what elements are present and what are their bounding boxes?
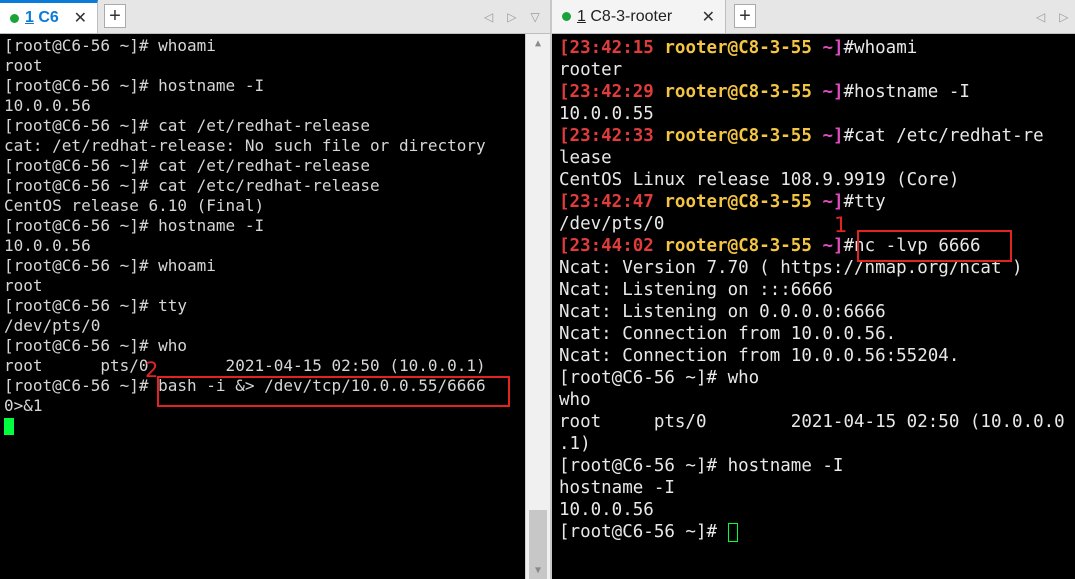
connected-status-icon <box>10 13 19 23</box>
connected-status-icon <box>562 12 571 21</box>
terminal-line: [root@C6-56 ~]# whoami <box>4 256 216 275</box>
new-tab-button[interactable]: + <box>734 4 756 28</box>
right-tab-bar: 1 C8-3-rooter ✕ + ◁ ▷ ▽ <box>552 0 1075 34</box>
terminal-line: [root@C6-56 ~]# <box>559 522 728 542</box>
terminal-line: who <box>559 390 591 410</box>
terminal-line: 10.0.0.56 <box>4 236 91 255</box>
left-tab-bar: 1 C6 ✕ + ◁ ▷ ▽ <box>0 0 550 34</box>
next-tab-icon[interactable]: ▷ <box>507 10 516 24</box>
annotation-number-1: 1 <box>834 213 848 237</box>
terminal-line: [root@C6-56 ~]# whoami <box>4 36 216 55</box>
terminal-line: 0>&1 <box>4 396 43 415</box>
scroll-down-icon[interactable]: ▼ <box>526 561 550 579</box>
close-tab-icon[interactable]: ✕ <box>702 7 715 27</box>
next-tab-icon[interactable]: ▷ <box>1059 10 1068 24</box>
terminal-line: [root@C6-56 ~]# who <box>4 336 188 355</box>
left-vertical-scrollbar[interactable]: ▲ ▼ <box>525 34 550 579</box>
new-tab-button[interactable]: + <box>104 4 126 28</box>
prompt-line: [23:42:33 rooter@C8-3-55 ~]#cat /etc/red… <box>559 126 1044 146</box>
terminal-line: Ncat: Listening on 0.0.0.0:6666 <box>559 302 886 322</box>
right-terminal-pane: 1 C8-3-rooter ✕ + ◁ ▷ ▽ [23:42:15 rooter… <box>552 0 1075 579</box>
scroll-up-icon[interactable]: ▲ <box>526 34 550 52</box>
tab-title: 1 C8-3-rooter <box>577 7 673 25</box>
terminal-line: lease <box>559 148 612 168</box>
terminal-line: CentOS Linux release 108.9.9919 (Core) <box>559 170 960 190</box>
terminal-line: root pts/0 2021-04-15 02:50 (10.0.0.1) <box>4 356 486 375</box>
terminal-line: [root@C6-56 ~]# hostname -I <box>4 76 265 95</box>
terminal-line: CentOS release 6.10 (Final) <box>4 196 265 215</box>
tab-navigation: ◁ ▷ ▽ <box>484 0 540 33</box>
terminal-line: Ncat: Listening on :::6666 <box>559 280 833 300</box>
terminal-line: hostname -I <box>559 478 675 498</box>
highlight-box-reverse-shell <box>157 376 510 407</box>
terminal-cursor <box>727 522 738 542</box>
previous-tab-icon[interactable]: ◁ <box>484 10 493 24</box>
terminal-line: [root@C6-56 ~]# cat /et/redhat-release <box>4 156 371 175</box>
terminal-line: root <box>4 276 43 295</box>
terminal-line: [root@C6-56 ~]# who <box>559 368 760 388</box>
tab-c6[interactable]: 1 C6 ✕ <box>0 0 98 33</box>
terminal-line: root <box>4 56 43 75</box>
highlight-box-nc-listen <box>857 230 1012 262</box>
terminal-line: [root@C6-56 ~]# hostname -I <box>4 216 265 235</box>
terminal-line: Ncat: Connection from 10.0.0.56. <box>559 324 897 344</box>
previous-tab-icon[interactable]: ◁ <box>1036 10 1045 24</box>
terminal-line: [root@C6-56 ~]# hostname -I <box>559 456 844 476</box>
terminal-line: [root@C6-56 ~]# cat /et/redhat-release <box>4 116 371 135</box>
prompt-line: [23:42:15 rooter@C8-3-55 ~]#whoami <box>559 38 918 58</box>
tab-list-dropdown-icon[interactable]: ▽ <box>530 10 539 24</box>
close-tab-icon[interactable]: ✕ <box>74 8 87 28</box>
terminal-line: cat: /et/redhat-release: No such file or… <box>4 136 486 155</box>
terminal-line: 10.0.0.56 <box>559 500 654 520</box>
tab-c8-3-rooter[interactable]: 1 C8-3-rooter ✕ <box>552 0 726 33</box>
terminal-line: 10.0.0.55 <box>559 104 654 124</box>
terminal-line: .1) <box>559 434 591 454</box>
terminal-line: /dev/pts/0 <box>4 316 101 335</box>
terminal-line: root pts/0 2021-04-15 02:50 (10.0.0.0 <box>559 412 1065 432</box>
left-terminal-pane: 1 C6 ✕ + ◁ ▷ ▽ [root@C6-56 ~]# whoami ro… <box>0 0 550 579</box>
terminal-line: [root@C6-56 ~]# cat /etc/redhat-release <box>4 176 380 195</box>
terminal-output[interactable]: [23:42:15 rooter@C8-3-55 ~]#whoami roote… <box>559 37 1065 543</box>
tab-title: 1 C6 <box>25 9 59 26</box>
terminal-line: [root@C6-56 ~]# tty <box>4 296 188 315</box>
prompt-line: [23:42:47 rooter@C8-3-55 ~]#tty <box>559 192 886 212</box>
terminal-line: 10.0.0.56 <box>4 96 91 115</box>
annotation-number-2: 2 <box>145 358 159 382</box>
terminal-cursor <box>4 418 14 435</box>
terminal-line: rooter <box>559 60 623 80</box>
terminal-line: /dev/pts/0 <box>559 214 665 234</box>
terminal-line: Ncat: Connection from 10.0.0.56:55204. <box>559 346 960 366</box>
tab-navigation: ◁ ▷ ▽ <box>1036 0 1075 33</box>
prompt-line: [23:42:29 rooter@C8-3-55 ~]#hostname -I <box>559 82 970 102</box>
